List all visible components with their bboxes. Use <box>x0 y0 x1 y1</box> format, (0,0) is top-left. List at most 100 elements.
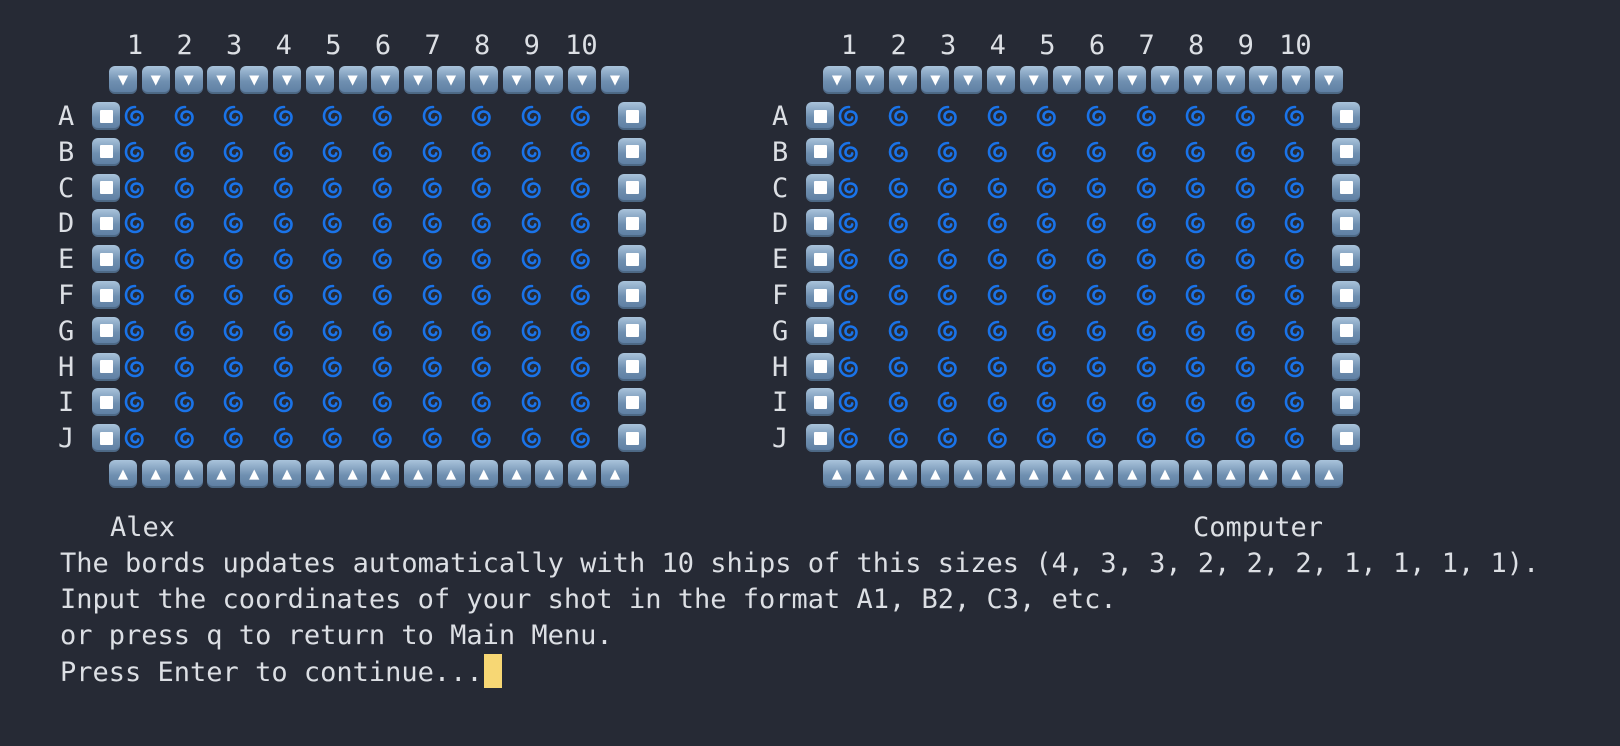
water-cyclone-icon[interactable] <box>1232 138 1260 166</box>
water-cyclone-icon[interactable] <box>835 174 863 202</box>
water-cyclone-icon[interactable] <box>1083 353 1111 381</box>
water-cyclone-icon[interactable] <box>1083 424 1111 452</box>
water-cyclone-icon[interactable] <box>1133 317 1161 345</box>
water-cyclone-icon[interactable] <box>984 245 1012 273</box>
water-cyclone-icon[interactable] <box>835 388 863 416</box>
water-cyclone-icon[interactable] <box>934 245 962 273</box>
water-cyclone-icon[interactable] <box>984 209 1012 237</box>
water-cyclone-icon[interactable] <box>1182 138 1210 166</box>
water-cyclone-icon[interactable] <box>934 424 962 452</box>
water-cyclone-icon[interactable] <box>885 424 913 452</box>
water-cyclone-icon[interactable] <box>1182 317 1210 345</box>
water-cyclone-icon[interactable] <box>1281 138 1309 166</box>
water-cyclone-icon[interactable] <box>1033 353 1061 381</box>
water-cyclone-icon[interactable] <box>1033 174 1061 202</box>
water-cyclone-icon[interactable] <box>934 138 962 166</box>
water-cyclone-icon[interactable] <box>1281 209 1309 237</box>
water-cyclone-icon[interactable] <box>885 209 913 237</box>
water-cyclone-icon[interactable] <box>984 317 1012 345</box>
water-cyclone-icon[interactable] <box>1232 317 1260 345</box>
water-cyclone-icon[interactable] <box>1133 102 1161 130</box>
water-cyclone-icon[interactable] <box>984 281 1012 309</box>
water-cyclone-icon[interactable] <box>1133 388 1161 416</box>
water-cyclone-icon[interactable] <box>835 281 863 309</box>
water-cyclone-icon[interactable] <box>1083 317 1111 345</box>
water-cyclone-icon[interactable] <box>1281 281 1309 309</box>
water-cyclone-icon[interactable] <box>1083 245 1111 273</box>
water-cyclone-icon[interactable] <box>1033 245 1061 273</box>
water-cyclone-icon[interactable] <box>835 424 863 452</box>
water-cyclone-icon[interactable] <box>1182 245 1210 273</box>
water-cyclone-icon[interactable] <box>1182 388 1210 416</box>
water-cyclone-icon[interactable] <box>885 388 913 416</box>
water-cyclone-icon[interactable] <box>1033 317 1061 345</box>
water-cyclone-icon[interactable] <box>934 317 962 345</box>
water-cyclone-icon[interactable] <box>1083 388 1111 416</box>
water-cyclone-icon[interactable] <box>1083 281 1111 309</box>
water-cyclone-icon[interactable] <box>1232 245 1260 273</box>
water-cyclone-icon[interactable] <box>1232 388 1260 416</box>
water-cyclone-icon[interactable] <box>984 353 1012 381</box>
water-cyclone-icon[interactable] <box>1033 388 1061 416</box>
water-cyclone-icon[interactable] <box>835 353 863 381</box>
water-cyclone-icon[interactable] <box>934 281 962 309</box>
water-cyclone-icon[interactable] <box>1133 138 1161 166</box>
water-cyclone-icon[interactable] <box>835 209 863 237</box>
water-cyclone-icon[interactable] <box>1033 138 1061 166</box>
water-cyclone-icon[interactable] <box>1083 102 1111 130</box>
water-cyclone-icon[interactable] <box>984 388 1012 416</box>
water-cyclone-icon[interactable] <box>1281 102 1309 130</box>
water-cyclone-icon[interactable] <box>1182 424 1210 452</box>
water-cyclone-icon[interactable] <box>1281 424 1309 452</box>
water-cyclone-icon[interactable] <box>934 209 962 237</box>
water-cyclone-icon[interactable] <box>934 102 962 130</box>
water-cyclone-icon[interactable] <box>1182 102 1210 130</box>
water-cyclone-icon[interactable] <box>934 174 962 202</box>
water-cyclone-icon[interactable] <box>1083 209 1111 237</box>
water-cyclone-icon[interactable] <box>885 174 913 202</box>
water-cyclone-icon[interactable] <box>984 424 1012 452</box>
water-cyclone-icon[interactable] <box>1232 281 1260 309</box>
water-cyclone-icon[interactable] <box>1182 353 1210 381</box>
water-cyclone-icon[interactable] <box>1281 388 1309 416</box>
water-cyclone-icon[interactable] <box>984 174 1012 202</box>
water-cyclone-icon[interactable] <box>885 353 913 381</box>
water-cyclone-icon[interactable] <box>984 102 1012 130</box>
water-cyclone-icon[interactable] <box>1182 281 1210 309</box>
water-cyclone-icon[interactable] <box>1281 317 1309 345</box>
water-cyclone-icon[interactable] <box>1281 353 1309 381</box>
water-cyclone-icon[interactable] <box>1133 424 1161 452</box>
water-cyclone-icon[interactable] <box>1133 245 1161 273</box>
water-cyclone-icon[interactable] <box>885 102 913 130</box>
water-cyclone-icon[interactable] <box>835 317 863 345</box>
water-cyclone-icon[interactable] <box>1083 138 1111 166</box>
water-cyclone-icon[interactable] <box>835 245 863 273</box>
water-cyclone-icon[interactable] <box>1281 245 1309 273</box>
water-cyclone-icon[interactable] <box>1133 353 1161 381</box>
water-cyclone-icon[interactable] <box>885 138 913 166</box>
water-cyclone-icon[interactable] <box>934 353 962 381</box>
water-cyclone-icon[interactable] <box>835 138 863 166</box>
water-cyclone-icon[interactable] <box>1033 281 1061 309</box>
water-cyclone-icon[interactable] <box>1083 174 1111 202</box>
water-cyclone-icon[interactable] <box>885 245 913 273</box>
water-cyclone-icon[interactable] <box>1232 353 1260 381</box>
water-cyclone-icon[interactable] <box>1232 209 1260 237</box>
water-cyclone-icon[interactable] <box>1182 174 1210 202</box>
water-cyclone-icon[interactable] <box>885 281 913 309</box>
water-cyclone-icon[interactable] <box>1033 209 1061 237</box>
text-cursor[interactable] <box>483 654 502 688</box>
water-cyclone-icon[interactable] <box>885 317 913 345</box>
water-cyclone-icon[interactable] <box>1232 424 1260 452</box>
water-cyclone-icon[interactable] <box>984 138 1012 166</box>
water-cyclone-icon[interactable] <box>1281 174 1309 202</box>
water-cyclone-icon[interactable] <box>835 102 863 130</box>
prompt-line[interactable]: Press Enter to continue... <box>60 654 502 690</box>
water-cyclone-icon[interactable] <box>1182 209 1210 237</box>
water-cyclone-icon[interactable] <box>1133 209 1161 237</box>
water-cyclone-icon[interactable] <box>1033 102 1061 130</box>
water-cyclone-icon[interactable] <box>1133 281 1161 309</box>
water-cyclone-icon[interactable] <box>934 388 962 416</box>
water-cyclone-icon[interactable] <box>1232 102 1260 130</box>
water-cyclone-icon[interactable] <box>1133 174 1161 202</box>
